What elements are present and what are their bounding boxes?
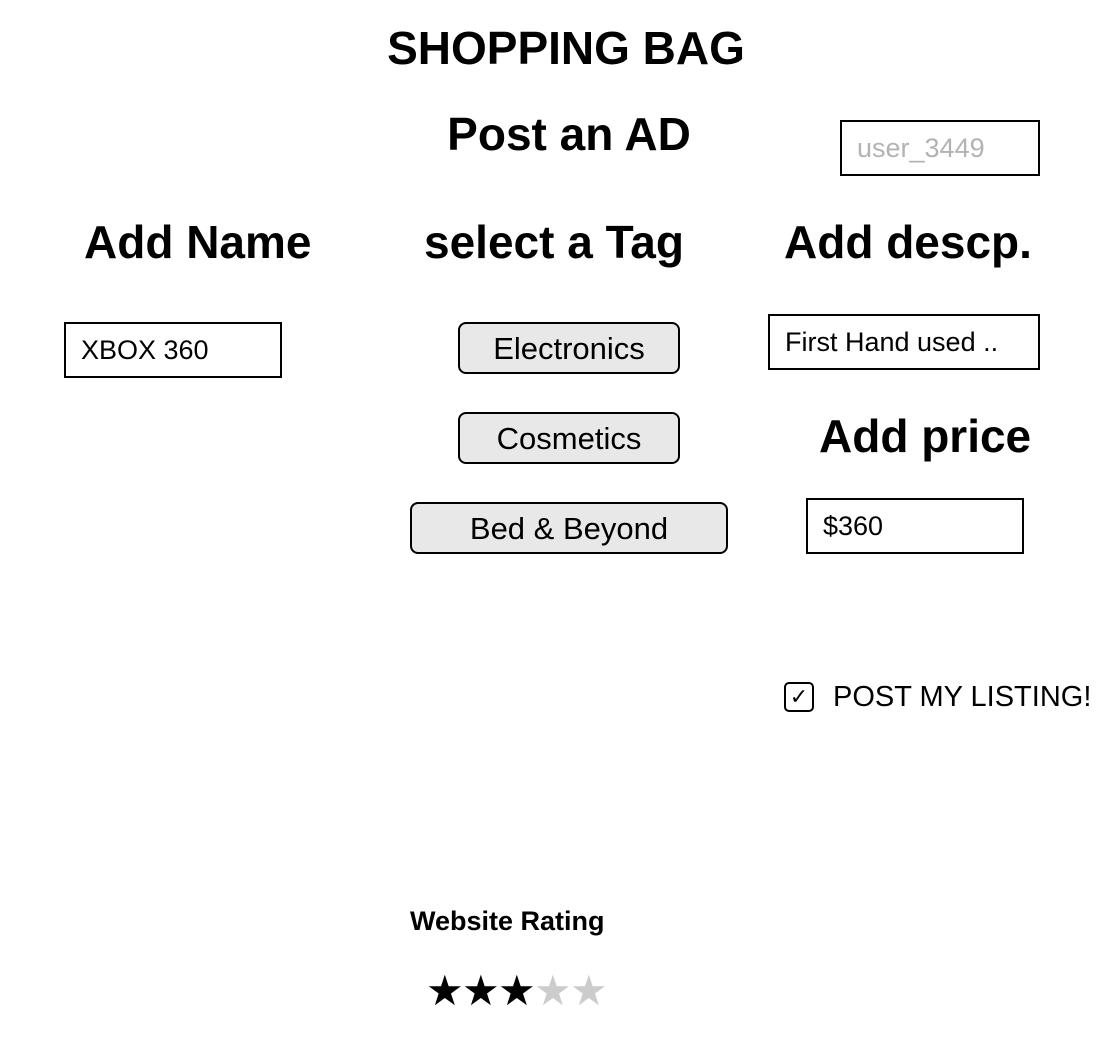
description-input[interactable] <box>768 314 1040 370</box>
star-icon[interactable]: ★ <box>462 968 500 1014</box>
select-tag-heading: select a Tag <box>424 216 684 268</box>
star-icon[interactable]: ★ <box>426 968 464 1014</box>
checkmark-icon: ✓ <box>789 684 809 709</box>
tag-button-bed-and-beyond[interactable]: Bed & Beyond <box>410 502 728 554</box>
price-input[interactable] <box>806 498 1024 554</box>
add-name-heading: Add Name <box>84 216 312 268</box>
username-input[interactable] <box>840 120 1040 176</box>
tag-button-cosmetics[interactable]: Cosmetics <box>458 412 680 464</box>
rating-title: Website Rating <box>410 906 605 936</box>
star-rating[interactable]: ★ ★ ★ ★ ★ <box>426 968 608 1014</box>
tag-button-electronics[interactable]: Electronics <box>458 322 680 374</box>
name-input[interactable] <box>64 322 282 378</box>
post-listing-checkbox[interactable]: ✓ <box>784 682 814 712</box>
star-icon[interactable]: ★ <box>570 968 608 1014</box>
star-icon[interactable]: ★ <box>498 968 536 1014</box>
star-icon[interactable]: ★ <box>534 968 572 1014</box>
add-price-heading: Add price <box>819 410 1032 462</box>
add-description-heading: Add descp. <box>784 216 1032 268</box>
post-listing-label: POST MY LISTING! <box>833 681 1092 713</box>
page-title: Post an AD <box>447 108 691 160</box>
app-title: SHOPPING BAG <box>387 22 745 74</box>
